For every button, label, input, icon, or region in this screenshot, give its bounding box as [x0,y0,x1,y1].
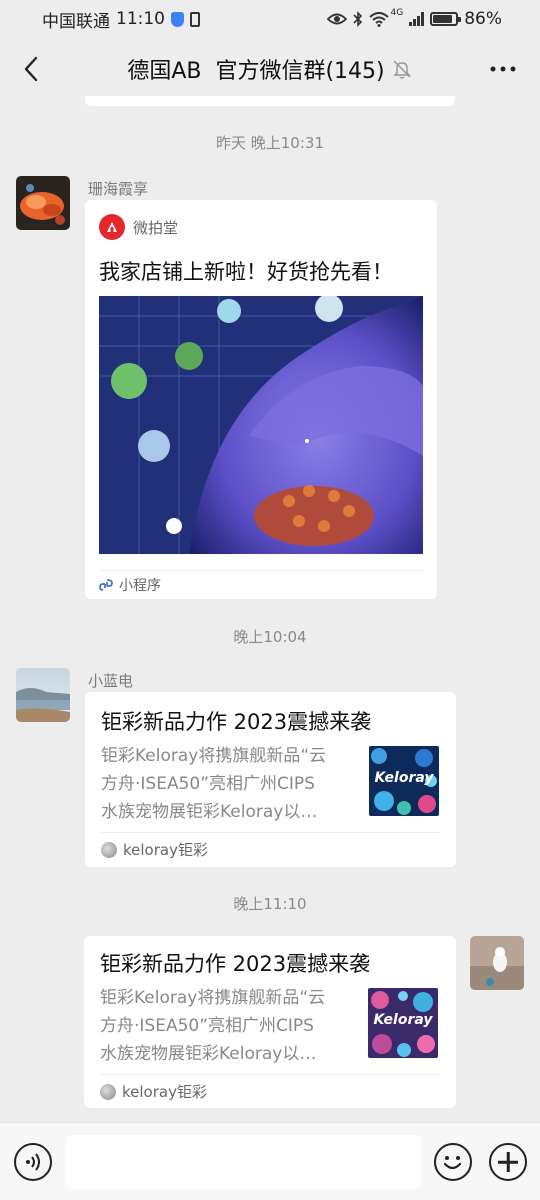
input-bar [0,1122,540,1200]
emoji-icon [443,1156,462,1170]
link-thumbnail: Keloray [369,746,439,816]
account-avatar-icon [101,841,117,858]
mini-program-icon [99,579,113,591]
bluetooth-icon [352,11,362,27]
thumbnail-text: Keloray [373,1012,433,1028]
sender-name: 小蓝电 [88,672,134,690]
timestamp: 晚上10:04 [233,628,307,646]
mini-program-source: 微拍堂 [99,214,178,240]
link-title: 钜彩新品力作 2023震撼来袭 [100,952,371,976]
page-title: 德国AB 官方微信群(145) [127,59,385,84]
message-input[interactable] [66,1135,421,1189]
link-desc-line: 钜彩Keloray将携旗舰新品“云 [101,746,327,766]
link-desc-line: 钜彩Keloray将携旗舰新品“云 [100,988,326,1008]
link-description: 钜彩Keloray将携旗舰新品“云 方舟·ISEA50”亮相广州CIPS 水族宠… [100,984,350,1068]
link-footer: keloray钜彩 [100,1074,440,1108]
timestamp: 昨天 晚上10:31 [216,134,324,152]
link-desc-line: 水族宠物展钜彩Keloray以… [100,1044,317,1064]
emoji-button[interactable] [434,1143,472,1181]
link-card[interactable]: 钜彩新品力作 2023震撼来袭 钜彩Keloray将携旗舰新品“云 方舟·ISE… [84,936,456,1108]
timestamp: 晚上11:10 [233,895,307,913]
sender-name: 珊海霞享 [88,180,149,198]
avatar[interactable] [16,668,70,722]
previous-message-card[interactable] [85,96,455,106]
signal-icon [409,12,425,26]
back-button[interactable] [14,52,48,86]
more-button[interactable] [486,52,520,86]
weipaitang-logo-icon [99,214,125,240]
more-dots-icon [490,66,516,72]
link-desc-line: 水族宠物展钜彩Keloray以… [101,802,318,822]
bell-off-icon [391,58,413,80]
chat-header: 德国AB 官方微信群(145) [0,38,540,100]
link-desc-line: 方舟·ISEA50”亮相广州CIPS [101,774,315,794]
carrier-label: 中国联通 [42,11,110,32]
link-description: 钜彩Keloray将携旗舰新品“云 方舟·ISEA50”亮相广州CIPS 水族宠… [101,742,351,826]
mini-program-footer: 小程序 [99,570,423,599]
title-wrap: 德国AB 官方微信群(145) [127,53,412,85]
mini-program-image [99,296,423,554]
mini-program-card[interactable]: 微拍堂 我家店铺上新啦！好货抢先看！ 小程序 [85,200,437,599]
mini-program-label: 小程序 [119,578,161,594]
chevron-left-icon [24,56,38,82]
account-name: keloray钜彩 [123,841,208,859]
self-avatar[interactable] [470,936,524,990]
mini-program-name: 微拍堂 [133,218,179,237]
thumbnail-text: Keloray [374,770,434,786]
link-title: 钜彩新品力作 2023震撼来袭 [101,710,372,734]
status-left: 中国联通 11:10 [42,7,200,32]
link-footer: keloray钜彩 [101,832,440,866]
shield-icon [171,11,184,27]
alert-icon [190,11,200,27]
voice-icon [26,1153,40,1171]
battery-label: 86% [464,9,502,29]
wifi-icon [368,11,389,27]
plus-button[interactable] [489,1143,527,1181]
status-right: 4G 86% [326,8,502,29]
link-card[interactable]: 钜彩新品力作 2023震撼来袭 钜彩Keloray将携旗舰新品“云 方舟·ISE… [85,692,456,867]
status-bar: 中国联通 11:10 4G 86% [0,0,540,38]
account-name: keloray钜彩 [122,1083,207,1101]
voice-button[interactable] [14,1143,52,1181]
battery-icon [430,12,462,26]
mini-program-title: 我家店铺上新啦！好货抢先看！ [99,260,393,284]
link-desc-line: 方舟·ISEA50”亮相广州CIPS [100,1016,314,1036]
link-thumbnail: Keloray [368,988,438,1058]
account-avatar-icon [100,1083,116,1100]
network-label: 4G [390,8,404,18]
clock: 11:10 [116,9,165,29]
avatar[interactable] [16,176,70,230]
eye-icon [326,13,347,25]
